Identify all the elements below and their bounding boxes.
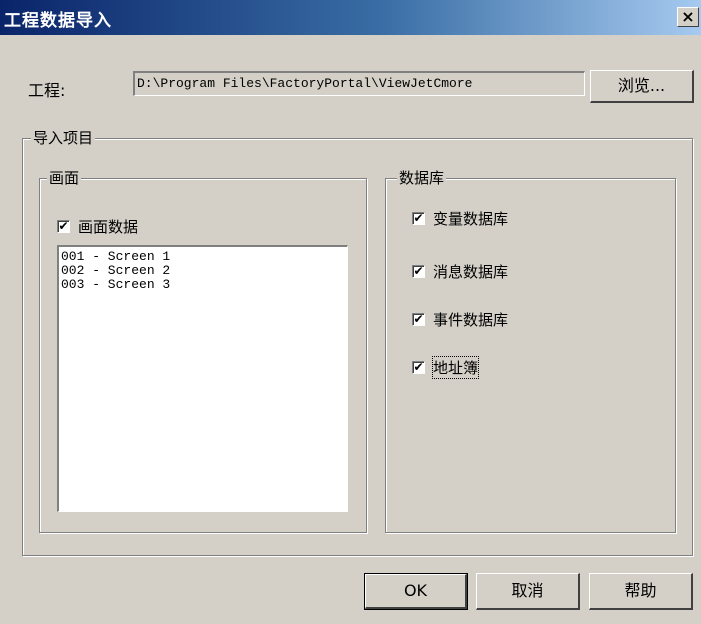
- address-book-label: 地址簿: [431, 356, 480, 379]
- close-icon: ×: [681, 7, 695, 26]
- import-items-title: 导入项目: [31, 127, 96, 148]
- address-book-checkbox-row[interactable]: ✔ 地址簿: [412, 356, 480, 379]
- ok-button[interactable]: OK: [364, 573, 468, 610]
- close-button[interactable]: ×: [677, 7, 699, 27]
- list-item[interactable]: 001 - Screen 1: [61, 250, 345, 264]
- check-icon: ✔: [58, 219, 69, 233]
- check-icon: ✔: [413, 211, 424, 225]
- cancel-button[interactable]: 取消: [476, 573, 580, 610]
- browse-button[interactable]: 浏览...: [590, 70, 694, 103]
- database-group-title: 数据库: [397, 167, 447, 188]
- project-label: 工程:: [28, 81, 66, 100]
- screen-data-label: 画面数据: [78, 218, 139, 236]
- check-icon: ✔: [413, 264, 424, 278]
- address-book-checkbox[interactable]: ✔: [412, 361, 425, 374]
- list-item[interactable]: 002 - Screen 2: [61, 264, 345, 278]
- window-title: 工程数据导入: [4, 11, 112, 31]
- variable-db-label: 变量数据库: [433, 210, 509, 228]
- message-db-label: 消息数据库: [433, 263, 509, 281]
- screen-data-checkbox[interactable]: ✔: [57, 220, 70, 233]
- screens-group-title: 画面: [47, 167, 82, 188]
- project-path-field[interactable]: D:\Program Files\FactoryPortal\ViewJetCm…: [133, 71, 585, 96]
- message-db-checkbox[interactable]: ✔: [412, 265, 425, 278]
- event-db-label: 事件数据库: [433, 311, 509, 329]
- variable-db-checkbox-row[interactable]: ✔ 变量数据库: [412, 208, 508, 229]
- screen-data-checkbox-row[interactable]: ✔ 画面数据: [57, 216, 138, 237]
- help-button[interactable]: 帮助: [589, 573, 693, 610]
- title-bar: 工程数据导入 ×: [0, 0, 701, 35]
- database-group: [385, 178, 676, 533]
- screen-listbox[interactable]: 001 - Screen 1 002 - Screen 2 003 - Scre…: [57, 245, 348, 512]
- check-icon: ✔: [413, 312, 424, 326]
- list-item[interactable]: 003 - Screen 3: [61, 278, 345, 292]
- check-icon: ✔: [413, 360, 424, 374]
- message-db-checkbox-row[interactable]: ✔ 消息数据库: [412, 261, 508, 282]
- variable-db-checkbox[interactable]: ✔: [412, 212, 425, 225]
- event-db-checkbox-row[interactable]: ✔ 事件数据库: [412, 309, 508, 330]
- event-db-checkbox[interactable]: ✔: [412, 313, 425, 326]
